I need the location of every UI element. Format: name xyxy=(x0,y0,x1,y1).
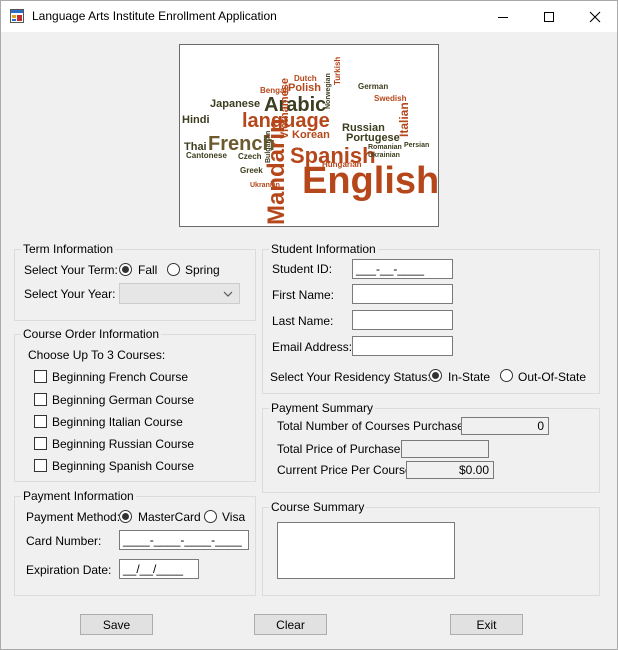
course-summary-textbox[interactable] xyxy=(277,522,455,579)
word-cloud-word: Cantonese xyxy=(186,151,227,160)
payment-summary-group: Payment Summary Total Number of Courses … xyxy=(262,401,600,493)
total-price-output xyxy=(401,440,489,458)
first-name-input[interactable] xyxy=(352,284,453,304)
spanish-course-label[interactable]: Beginning Spanish Course xyxy=(52,459,194,473)
spring-radio[interactable] xyxy=(167,263,180,276)
russian-course-label[interactable]: Beginning Russian Course xyxy=(52,437,194,451)
close-button[interactable] xyxy=(572,1,618,32)
maximize-icon xyxy=(544,11,554,22)
word-cloud-word: Korean xyxy=(292,129,330,141)
word-cloud-word: Italian xyxy=(397,102,411,137)
total-courses-label: Total Number of Courses Purchased: xyxy=(277,419,474,433)
word-cloud-word: Ukranian xyxy=(250,182,280,189)
price-per-course-output: $0.00 xyxy=(406,461,494,479)
minimize-button[interactable] xyxy=(480,1,526,32)
word-cloud-word: Greek xyxy=(240,166,263,175)
last-name-label: Last Name: xyxy=(272,314,334,328)
fall-radio-label[interactable]: Fall xyxy=(138,263,157,277)
payment-information-legend: Payment Information xyxy=(21,489,136,503)
term-information-legend: Term Information xyxy=(21,242,116,256)
window-title: Language Arts Institute Enrollment Appli… xyxy=(32,9,277,23)
last-name-input[interactable] xyxy=(352,310,453,330)
word-cloud-word: Hindi xyxy=(182,114,210,126)
word-cloud-word: Romanian xyxy=(368,144,402,151)
spring-radio-label[interactable]: Spring xyxy=(185,263,220,277)
in-state-radio[interactable] xyxy=(429,369,442,382)
total-courses-output: 0 xyxy=(461,417,549,435)
card-number-input[interactable]: ____-____-____-____ xyxy=(119,530,249,550)
german-course-label[interactable]: Beginning German Course xyxy=(52,393,194,407)
mastercard-radio[interactable] xyxy=(119,510,132,523)
word-cloud-word: German xyxy=(358,82,388,91)
word-cloud-word: Bengali xyxy=(260,86,289,95)
out-of-state-radio[interactable] xyxy=(500,369,513,382)
student-information-group: Student Information Student ID: ___-__-_… xyxy=(262,242,600,394)
in-state-radio-label[interactable]: In-State xyxy=(448,370,490,384)
word-cloud-image: EnglishSpanishMandarinFrenchArabiclangua… xyxy=(182,57,438,225)
word-cloud-word: Dutch xyxy=(294,74,317,83)
spanish-course-checkbox[interactable] xyxy=(34,459,47,472)
title-bar[interactable]: Language Arts Institute Enrollment Appli… xyxy=(1,1,617,32)
email-address-input[interactable] xyxy=(352,336,453,356)
word-cloud-word: Hungarian xyxy=(322,160,362,169)
application-window: Language Arts Institute Enrollment Appli… xyxy=(0,0,618,650)
fall-radio[interactable] xyxy=(119,263,132,276)
clear-button[interactable]: Clear xyxy=(254,614,327,635)
word-cloud-word: Japanese xyxy=(210,98,260,110)
word-cloud-word: Turkish xyxy=(333,57,342,85)
word-cloud-word: Ukrainian xyxy=(368,152,400,159)
german-course-checkbox[interactable] xyxy=(34,393,47,406)
student-information-legend: Student Information xyxy=(269,242,378,256)
word-cloud-word: Czech xyxy=(238,152,262,161)
russian-course-checkbox[interactable] xyxy=(34,437,47,450)
residency-status-label: Select Your Residency Status: xyxy=(270,370,431,384)
expiration-date-label: Expiration Date: xyxy=(26,563,112,577)
course-instruction-label: Choose Up To 3 Courses: xyxy=(28,348,166,362)
italian-course-checkbox[interactable] xyxy=(34,415,47,428)
price-per-course-label: Current Price Per Course: xyxy=(277,463,416,477)
email-address-label: Email Address: xyxy=(272,340,353,354)
word-cloud-word: Persian xyxy=(404,142,429,149)
course-summary-legend: Course Summary xyxy=(269,500,367,514)
visa-radio-label[interactable]: Visa xyxy=(222,510,245,524)
word-cloud-word: Polish xyxy=(288,82,321,94)
french-course-label[interactable]: Beginning French Course xyxy=(52,370,188,384)
minimize-icon xyxy=(498,16,508,18)
exit-button[interactable]: Exit xyxy=(450,614,523,635)
close-icon xyxy=(589,11,601,22)
student-id-input[interactable]: ___-__-____ xyxy=(352,259,453,279)
out-of-state-radio-label[interactable]: Out-Of-State xyxy=(518,370,586,384)
payment-method-label: Payment Method: xyxy=(26,510,121,524)
word-cloud-word: Portugese xyxy=(346,132,400,144)
term-information-group: Term Information Select Your Term: Fall … xyxy=(14,242,256,321)
word-cloud-word: Bulgarian xyxy=(265,131,272,163)
italian-course-label[interactable]: Beginning Italian Course xyxy=(52,415,183,429)
app-icon xyxy=(10,9,24,23)
student-id-label: Student ID: xyxy=(272,262,333,276)
word-cloud-word: Swedish xyxy=(374,94,407,103)
chevron-down-icon xyxy=(223,291,233,297)
expiration-date-input[interactable]: __/__/____ xyxy=(119,559,199,579)
course-order-group: Course Order Information Choose Up To 3 … xyxy=(14,327,256,482)
language-word-cloud-banner: English Spanish Mandarin French Arabic langua… xyxy=(179,44,439,227)
mastercard-radio-label[interactable]: MasterCard xyxy=(138,510,201,524)
select-year-label: Select Your Year: xyxy=(24,287,116,301)
course-order-legend: Course Order Information xyxy=(21,327,162,341)
visa-radio[interactable] xyxy=(204,510,217,523)
word-cloud-word: Norwegian xyxy=(325,73,332,109)
french-course-checkbox[interactable] xyxy=(34,370,47,383)
year-dropdown[interactable] xyxy=(119,283,240,304)
payment-summary-legend: Payment Summary xyxy=(269,401,376,415)
total-price-label: Total Price of Purchase: xyxy=(277,442,404,456)
maximize-button[interactable] xyxy=(526,1,572,32)
first-name-label: First Name: xyxy=(272,288,335,302)
payment-information-group: Payment Information Payment Method: Mast… xyxy=(14,489,256,596)
save-button[interactable]: Save xyxy=(80,614,153,635)
course-summary-group: Course Summary xyxy=(262,500,600,596)
card-number-label: Card Number: xyxy=(26,534,102,548)
select-term-label: Select Your Term: xyxy=(24,263,118,277)
